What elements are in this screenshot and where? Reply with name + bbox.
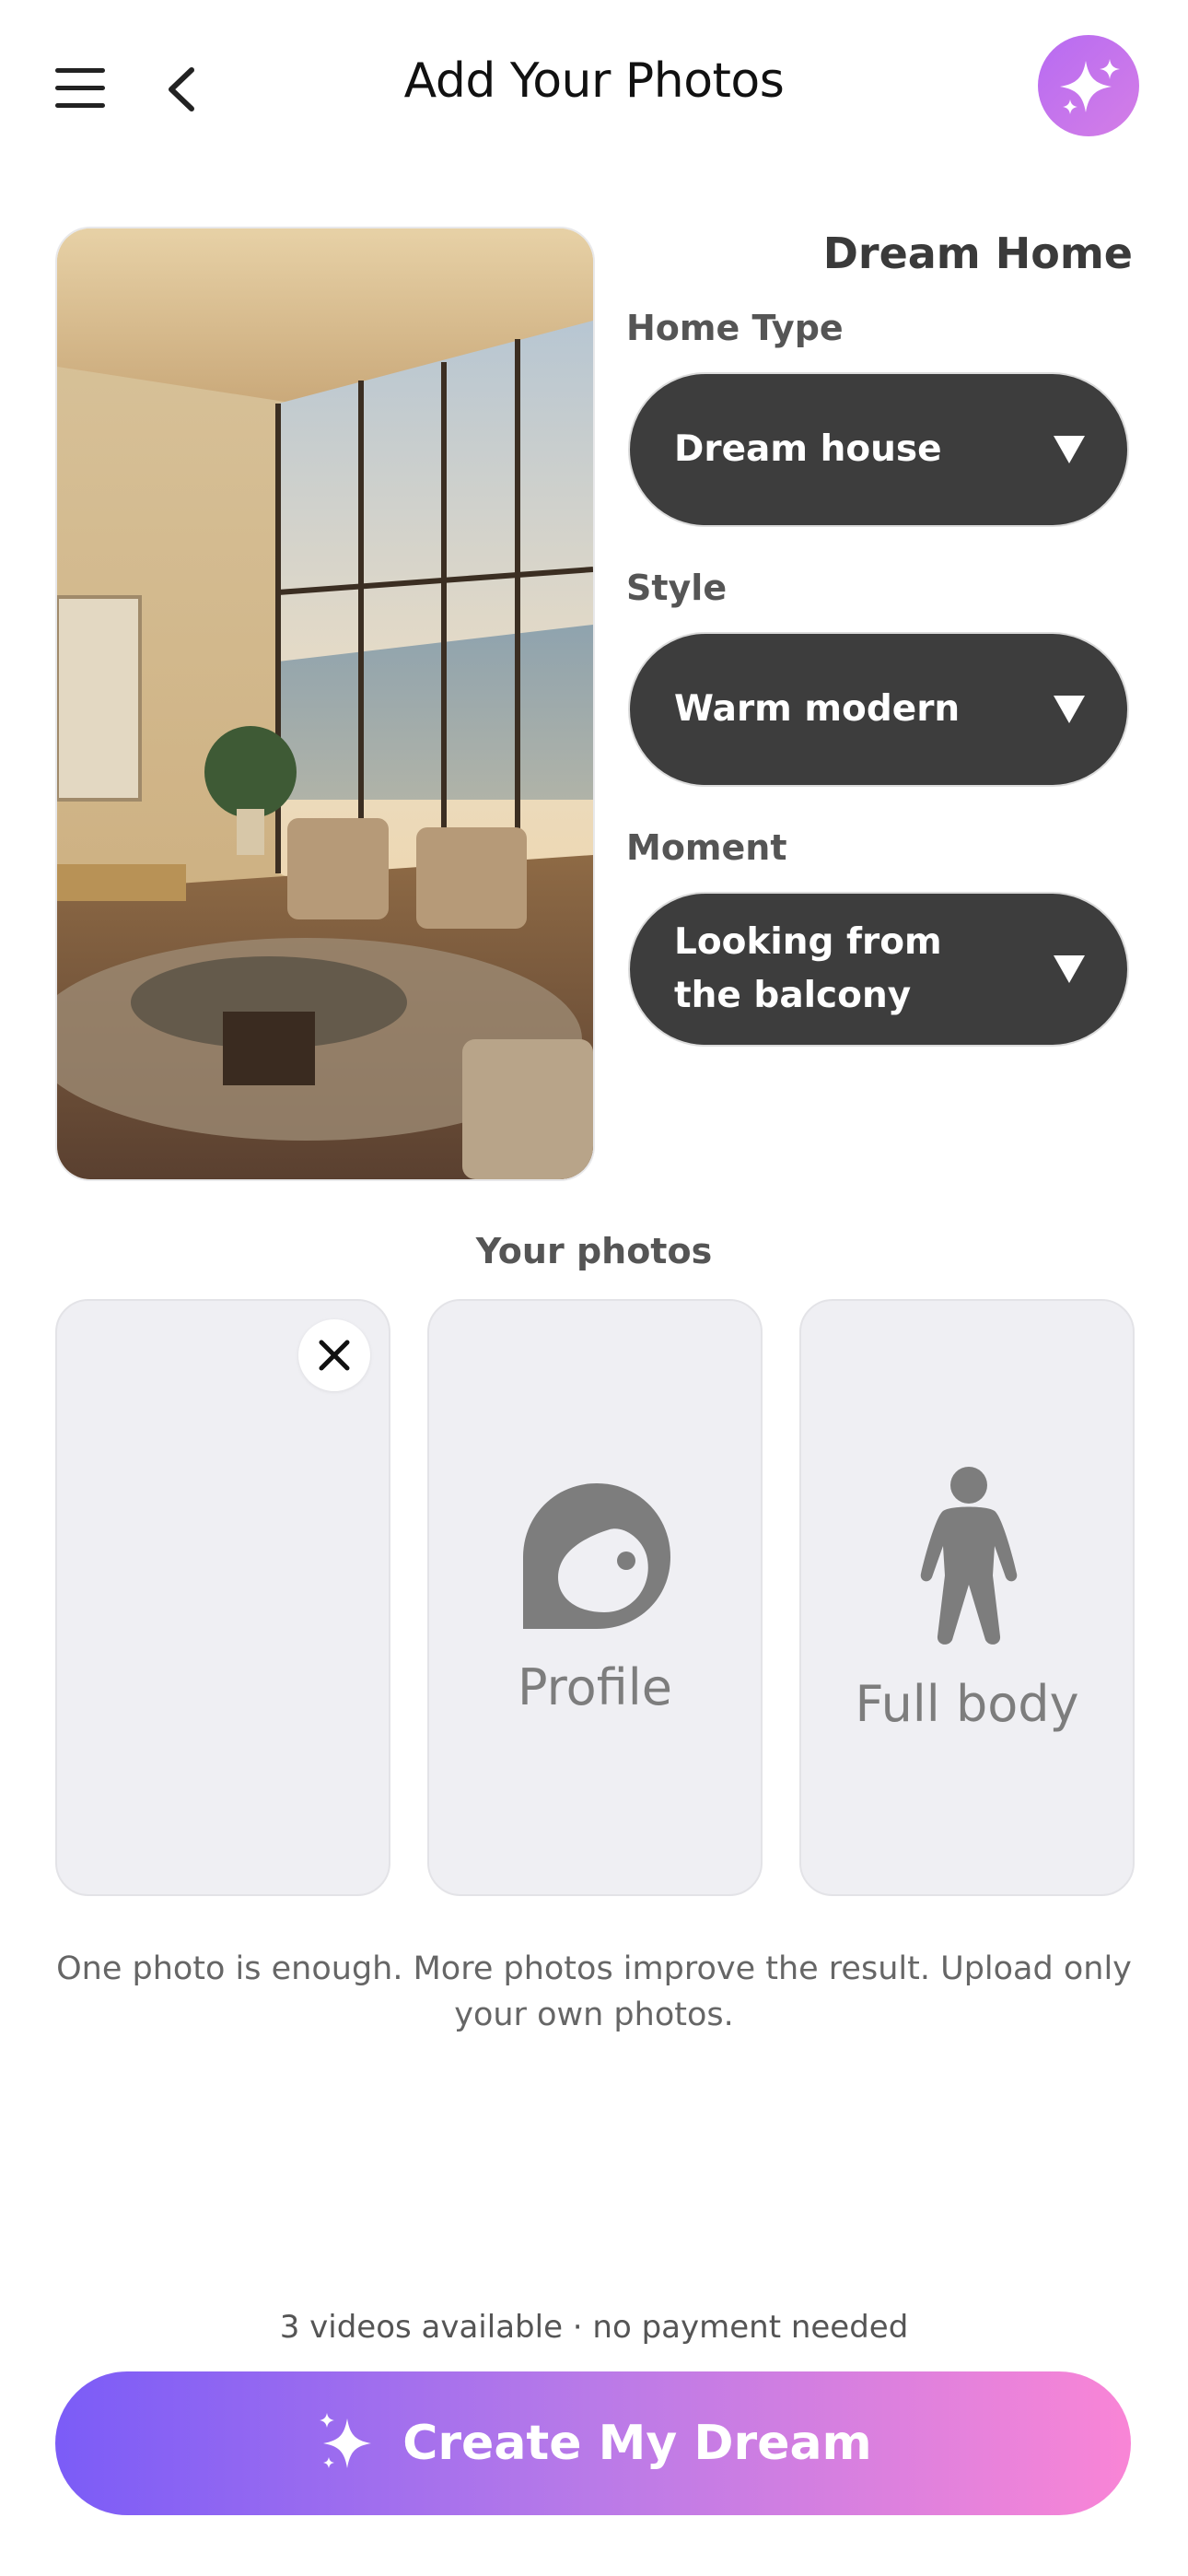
home-type-select[interactable]: Dream house xyxy=(628,372,1129,527)
back-button[interactable] xyxy=(157,57,212,122)
photos-section-title: Your photos xyxy=(475,1231,713,1271)
home-type-label: Home Type xyxy=(626,308,844,348)
dropdown-triangle-icon xyxy=(1054,955,1085,983)
luxury-living-room-image xyxy=(57,228,593,1179)
style-select[interactable]: Warm modern xyxy=(628,632,1129,787)
chevron-left-icon xyxy=(169,67,194,111)
dropdown-triangle-icon xyxy=(1054,696,1085,723)
photos-hint-text: One photo is enough. More photos improve… xyxy=(56,1950,1132,2033)
home-type-value: Dream house xyxy=(674,428,942,470)
moment-select[interactable]: Looking from the balcony xyxy=(628,892,1129,1047)
face-profile-icon xyxy=(523,1483,670,1629)
card-title: Dream Home xyxy=(822,228,1133,278)
close-icon xyxy=(319,1340,350,1371)
hamburger-line xyxy=(55,68,105,73)
full-body-caption: Full body xyxy=(855,1675,1079,1733)
dropdown-triangle-icon xyxy=(1054,436,1085,463)
photo-slot-full-body[interactable]: Full body xyxy=(799,1299,1135,1896)
style-label: Style xyxy=(626,568,728,608)
magic-button[interactable] xyxy=(1038,35,1139,136)
create-my-dream-button[interactable]: Create My Dream xyxy=(55,2371,1131,2515)
availability-text: 3 videos available · no payment needed xyxy=(279,2309,909,2346)
photo-slot-profile[interactable]: Profile xyxy=(427,1299,763,1896)
moment-value: Looking from the balcony xyxy=(674,921,942,1016)
person-full-body-icon xyxy=(920,1467,1018,1645)
remove-photo-button[interactable] xyxy=(298,1319,370,1391)
dream-home-preview-image xyxy=(55,227,595,1181)
page-title: Add Your Photos xyxy=(403,53,785,109)
hamburger-line xyxy=(55,103,105,108)
hamburger-line xyxy=(55,86,105,90)
menu-button[interactable] xyxy=(48,61,112,116)
sparkles-icon xyxy=(320,2413,372,2468)
moment-label: Moment xyxy=(626,827,787,868)
cta-label: Create My Dream xyxy=(402,2416,872,2471)
profile-caption: Profile xyxy=(518,1658,672,1716)
style-value: Warm modern xyxy=(674,688,961,730)
sparkles-icon xyxy=(1060,59,1120,114)
